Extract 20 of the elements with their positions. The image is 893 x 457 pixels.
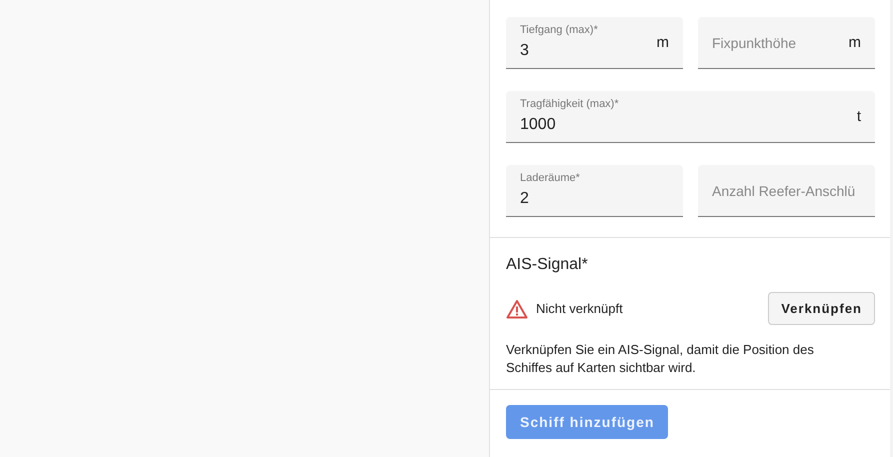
field-label: Tragfähigkeit (max)* [520,98,619,110]
input-field[interactable]: Anzahl Reefer-Anschlü [698,165,875,217]
section-title: AIS-Signal* [506,256,589,274]
unit-label: m [656,34,669,51]
unit-label: m [848,34,861,51]
unit-label: t [856,108,861,125]
input-field[interactable]: Tiefgang (max)* 3 m [506,17,683,69]
status-text: Nicht verknüpft [536,301,623,316]
field-label: Laderäume* [520,172,580,184]
text-input[interactable]: 1000 [520,116,853,134]
input-field[interactable]: Fixpunkthöhe m [698,17,875,69]
link-button[interactable]: Verknüpfen [768,292,875,325]
input-field[interactable]: Tragfähigkeit (max)* 1000 t [506,91,875,143]
description-text: Verknüpfen Sie ein AIS-Signal, damit die Position des Schiffes auf Karten sichtbar wird. [506,341,815,377]
text-input[interactable]: 3 [520,42,652,60]
input-field[interactable]: Laderäume* 2 [506,165,683,217]
text-input[interactable]: Anzahl Reefer-Anschlü [712,182,875,198]
field-label: Tiefgang (max)* [520,24,598,36]
text-input[interactable]: Fixpunkthöhe [712,34,844,50]
text-input[interactable]: 2 [520,190,669,208]
